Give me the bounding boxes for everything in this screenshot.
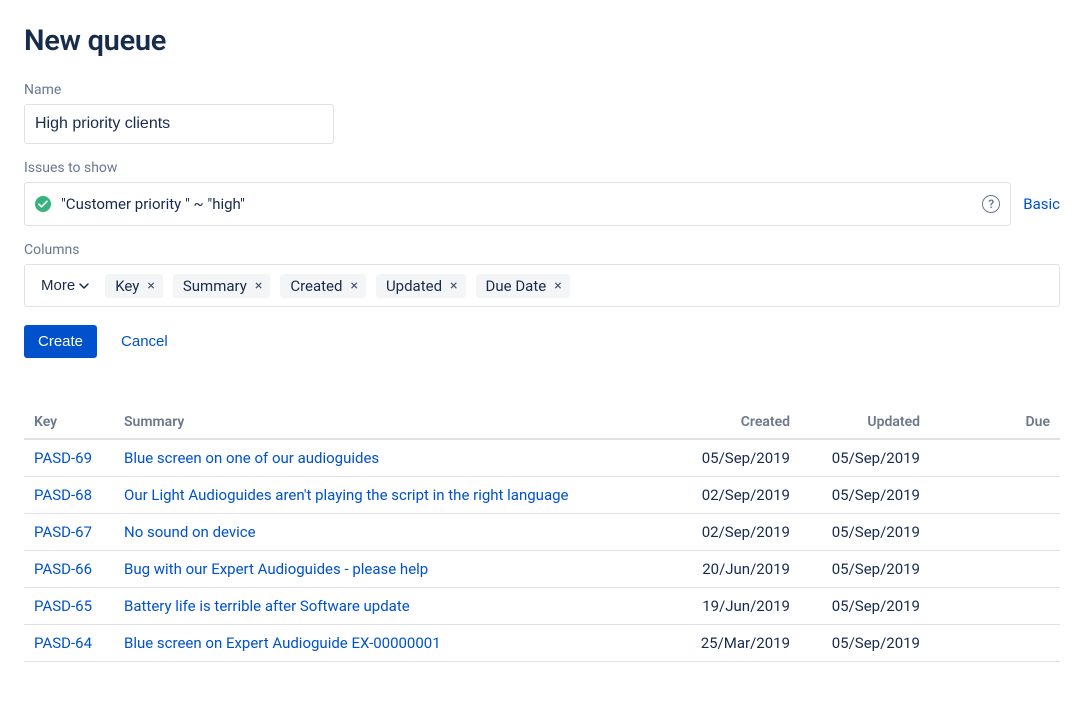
- cell-key: PASD-68: [24, 477, 114, 514]
- cell-created: 25/Mar/2019: [670, 625, 800, 662]
- name-field-group: Name: [24, 82, 1060, 144]
- name-input[interactable]: [24, 104, 334, 144]
- cell-due: [930, 439, 1060, 477]
- issue-key-link[interactable]: PASD-67: [34, 523, 92, 541]
- issue-summary-link[interactable]: Battery life is terrible after Software …: [124, 597, 410, 615]
- cell-updated: 05/Sep/2019: [800, 514, 930, 551]
- col-header-created[interactable]: Created: [670, 406, 800, 439]
- cell-due: [930, 551, 1060, 588]
- cell-key: PASD-69: [24, 439, 114, 477]
- columns-box: More Key×Summary×Created×Updated×Due Dat…: [24, 264, 1060, 307]
- help-icon[interactable]: ?: [982, 195, 1000, 213]
- table-row: PASD-65 Battery life is terrible after So…: [24, 588, 1060, 625]
- table-row: PASD-69 Blue screen on one of our audiogu…: [24, 439, 1060, 477]
- cell-created: 20/Jun/2019: [670, 551, 800, 588]
- actions-row: Create Cancel: [24, 325, 1060, 358]
- col-header-key[interactable]: Key: [24, 406, 114, 439]
- jql-input-box[interactable]: "Customer priority " ~ "high" ?: [24, 182, 1011, 226]
- cell-key: PASD-65: [24, 588, 114, 625]
- more-columns-button[interactable]: More: [35, 273, 95, 298]
- cell-summary: Blue screen on one of our audioguides: [114, 439, 670, 477]
- cell-summary: No sound on device: [114, 514, 670, 551]
- cell-key: PASD-66: [24, 551, 114, 588]
- cell-summary: Battery life is terrible after Software …: [114, 588, 670, 625]
- cell-updated: 05/Sep/2019: [800, 477, 930, 514]
- cell-created: 02/Sep/2019: [670, 477, 800, 514]
- column-chip[interactable]: Key ×: [105, 274, 163, 298]
- jql-text: "Customer priority " ~ "high": [61, 195, 972, 213]
- column-chip[interactable]: Due Date ×: [476, 274, 570, 298]
- columns-group: Columns More Key×Summary×Created×Updated…: [24, 242, 1060, 307]
- close-icon[interactable]: ×: [448, 279, 459, 293]
- column-chip[interactable]: Summary ×: [173, 274, 270, 298]
- table-row: PASD-67 No sound on device 02/Sep/201905/S…: [24, 514, 1060, 551]
- table-row: PASD-68 Our Light Audioguides aren't play…: [24, 477, 1060, 514]
- issue-key-link[interactable]: PASD-64: [34, 634, 92, 652]
- cell-due: [930, 477, 1060, 514]
- issues-to-show-group: Issues to show "Customer priority " ~ "h…: [24, 160, 1060, 226]
- cell-created: 02/Sep/2019: [670, 514, 800, 551]
- cancel-button[interactable]: Cancel: [121, 333, 168, 350]
- column-chip[interactable]: Created ×: [280, 274, 366, 298]
- cell-updated: 05/Sep/2019: [800, 551, 930, 588]
- issue-summary-link[interactable]: No sound on device: [124, 523, 256, 541]
- table-row: PASD-66 Bug with our Expert Audioguides -…: [24, 551, 1060, 588]
- cell-updated: 05/Sep/2019: [800, 588, 930, 625]
- chip-label: Key: [115, 277, 139, 295]
- issue-key-link[interactable]: PASD-69: [34, 449, 92, 467]
- close-icon[interactable]: ×: [253, 279, 264, 293]
- more-label: More: [41, 277, 75, 294]
- column-chip[interactable]: Updated ×: [376, 274, 466, 298]
- chip-label: Created: [290, 277, 342, 295]
- issue-summary-link[interactable]: Blue screen on Expert Audioguide EX-0000…: [124, 634, 441, 652]
- col-header-updated[interactable]: Updated: [800, 406, 930, 439]
- cell-created: 19/Jun/2019: [670, 588, 800, 625]
- cell-due: [930, 588, 1060, 625]
- cell-key: PASD-67: [24, 514, 114, 551]
- cell-summary: Bug with our Expert Audioguides - please…: [114, 551, 670, 588]
- cell-summary: Blue screen on Expert Audioguide EX-0000…: [114, 625, 670, 662]
- chip-label: Due Date: [486, 277, 547, 295]
- cell-updated: 05/Sep/2019: [800, 439, 930, 477]
- cell-due: [930, 625, 1060, 662]
- table-row: PASD-64 Blue screen on Expert Audioguide …: [24, 625, 1060, 662]
- issue-key-link[interactable]: PASD-66: [34, 560, 92, 578]
- chip-label: Updated: [386, 277, 442, 295]
- columns-label: Columns: [24, 242, 1060, 258]
- col-header-due[interactable]: Due: [930, 406, 1060, 439]
- close-icon[interactable]: ×: [348, 279, 359, 293]
- col-header-summary[interactable]: Summary: [114, 406, 670, 439]
- name-label: Name: [24, 82, 1060, 98]
- issue-key-link[interactable]: PASD-65: [34, 597, 92, 615]
- close-icon[interactable]: ×: [145, 279, 156, 293]
- basic-toggle-link[interactable]: Basic: [1023, 195, 1060, 213]
- valid-check-icon: [35, 196, 51, 212]
- cell-updated: 05/Sep/2019: [800, 625, 930, 662]
- issue-summary-link[interactable]: Blue screen on one of our audioguides: [124, 449, 379, 467]
- chip-label: Summary: [183, 277, 247, 295]
- close-icon[interactable]: ×: [552, 279, 563, 293]
- issue-summary-link[interactable]: Bug with our Expert Audioguides - please…: [124, 560, 428, 578]
- chevron-down-icon: [79, 281, 89, 291]
- create-button[interactable]: Create: [24, 325, 97, 358]
- cell-due: [930, 514, 1060, 551]
- issues-preview-table: Key Summary Created Updated Due PASD-69 B…: [24, 406, 1060, 662]
- cell-key: PASD-64: [24, 625, 114, 662]
- issue-summary-link[interactable]: Our Light Audioguides aren't playing the…: [124, 486, 568, 504]
- cell-summary: Our Light Audioguides aren't playing the…: [114, 477, 670, 514]
- page-title: New queue: [24, 24, 1060, 58]
- issues-to-show-label: Issues to show: [24, 160, 1060, 176]
- issue-key-link[interactable]: PASD-68: [34, 486, 92, 504]
- cell-created: 05/Sep/2019: [670, 439, 800, 477]
